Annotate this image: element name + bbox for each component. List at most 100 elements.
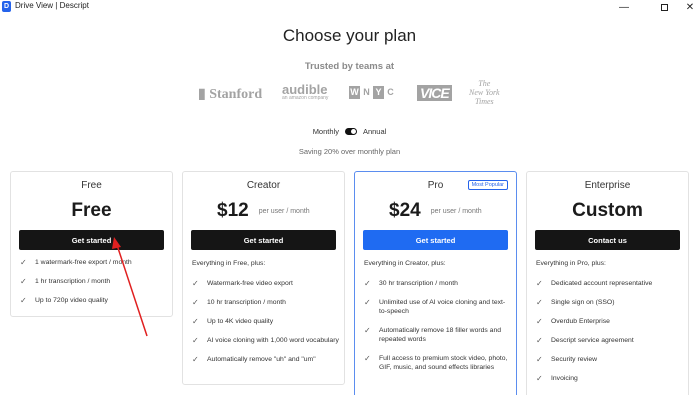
check-icon: ✓ bbox=[364, 298, 371, 307]
nyt-logo: The New York Times bbox=[469, 79, 500, 106]
feature-text: Watermark-free video export bbox=[207, 280, 293, 287]
price-row: $24 per user / month bbox=[389, 200, 482, 222]
contact-us-button[interactable]: Contact us bbox=[535, 230, 680, 250]
minimize-button[interactable]: — bbox=[609, 0, 639, 14]
feature-list: ✓ Watermark-free video export ✓ 10 hr tran… bbox=[192, 279, 340, 374]
feature-item: ✓ Overdub Enterprise bbox=[536, 317, 684, 326]
window-title: Drive View | Descript bbox=[15, 1, 89, 10]
feature-text: Automatically remove 18 filler words and… bbox=[379, 327, 502, 343]
feature-item: ✓ Security review bbox=[536, 355, 684, 364]
most-popular-badge: Most Popular bbox=[467, 180, 508, 190]
plan-intro: Everything in Free, plus: bbox=[192, 260, 266, 267]
check-icon: ✓ bbox=[536, 279, 543, 288]
free-get-started-button[interactable]: Get started bbox=[19, 230, 164, 250]
check-icon: ✓ bbox=[536, 336, 543, 345]
trusted-by-label: Trusted by teams at bbox=[304, 61, 395, 72]
check-icon: ✓ bbox=[536, 298, 543, 307]
feature-item: ✓ Dedicated account representative bbox=[536, 279, 684, 288]
feature-item: ✓ Unlimited use of AI voice cloning and t… bbox=[364, 298, 512, 316]
wnyc-letter: W bbox=[349, 86, 360, 99]
title-bar: D Drive View | Descript — ✕ bbox=[0, 0, 699, 14]
stanford-logo: ▮ Stanford bbox=[198, 87, 263, 102]
feature-item: ✓ Descript service agreement bbox=[536, 336, 684, 345]
close-button[interactable]: ✕ bbox=[675, 0, 699, 14]
feature-item: ✓ Up to 720p video quality bbox=[20, 296, 168, 305]
feature-list: ✓ 30 hr transcription / month ✓ Unlimited … bbox=[364, 279, 512, 382]
feature-text: Descript service agreement bbox=[551, 337, 634, 344]
check-icon: ✓ bbox=[20, 277, 27, 286]
check-icon: ✓ bbox=[20, 258, 27, 267]
feature-text: Security review bbox=[551, 356, 598, 363]
nyt-logo-line: Times bbox=[474, 97, 494, 106]
check-icon: ✓ bbox=[192, 317, 199, 326]
plan-intro: Everything in Pro, plus: bbox=[536, 260, 606, 267]
feature-text: Overdub Enterprise bbox=[551, 318, 610, 325]
feature-item: ✓ Watermark-free video export bbox=[192, 279, 340, 288]
check-icon: ✓ bbox=[364, 279, 371, 288]
price-period: per user / month bbox=[430, 207, 482, 215]
feature-text: 30 hr transcription / month bbox=[379, 280, 458, 287]
plan-name: Free bbox=[81, 180, 102, 191]
check-icon: ✓ bbox=[192, 298, 199, 307]
feature-item: ✓ 30 hr transcription / month bbox=[364, 279, 512, 288]
annual-label[interactable]: Annual bbox=[363, 127, 386, 136]
feature-item: ✓ Full access to premium stock video, pho… bbox=[364, 354, 512, 372]
feature-text: Up to 4K video quality bbox=[207, 318, 274, 325]
feature-text: Invoicing bbox=[551, 375, 578, 382]
feature-text: 1 hr transcription / month bbox=[35, 278, 111, 285]
check-icon: ✓ bbox=[364, 326, 371, 335]
feature-list: ✓ Dedicated account representative ✓ Singl… bbox=[536, 279, 684, 393]
nyt-logo-line: The bbox=[478, 79, 491, 88]
price-row: $12 per user / month bbox=[217, 200, 310, 222]
feature-item: ✓ Automatically remove "uh" and "um" bbox=[192, 355, 340, 364]
feature-item: ✓ Automatically remove 18 filler words an… bbox=[364, 326, 512, 344]
plan-price: Custom bbox=[572, 200, 643, 221]
pro-get-started-button[interactable]: Get started bbox=[363, 230, 508, 250]
check-icon: ✓ bbox=[364, 354, 371, 363]
feature-item: ✓ Single sign on (SSO) bbox=[536, 298, 684, 307]
plan-intro: Everything in Creator, plus: bbox=[364, 260, 446, 267]
feature-item: ✓ AI voice cloning with 1,000 word vocabu… bbox=[192, 336, 340, 345]
plan-price: Free bbox=[71, 200, 112, 221]
feature-item: ✓ 10 hr transcription / month bbox=[192, 298, 340, 307]
feature-text: Unlimited use of AI voice cloning and te… bbox=[379, 299, 506, 315]
feature-text: 1 watermark-free export / month bbox=[35, 259, 132, 266]
creator-get-started-button[interactable]: Get started bbox=[191, 230, 336, 250]
plan-price: $12 bbox=[217, 200, 249, 221]
check-icon: ✓ bbox=[20, 296, 27, 305]
check-icon: ✓ bbox=[192, 336, 199, 345]
plan-name: Creator bbox=[246, 180, 281, 191]
feature-item: ✓ 1 hr transcription / month bbox=[20, 277, 168, 286]
plan-name: Enterprise bbox=[584, 180, 631, 191]
wnyc-letter: C bbox=[385, 86, 396, 99]
page-title: Choose your plan bbox=[282, 26, 417, 45]
billing-period-toggle[interactable] bbox=[344, 128, 357, 135]
feature-text: Up to 720p video quality bbox=[35, 297, 108, 304]
plan-card-free: Free Free Get started ✓ 1 watermark-free … bbox=[10, 171, 173, 317]
billing-toggle-row: Monthly Annual bbox=[0, 127, 699, 136]
feature-text: AI voice cloning with 1,000 word vocabul… bbox=[207, 337, 339, 344]
feature-text: Dedicated account representative bbox=[551, 280, 653, 287]
feature-item: ✓ Invoicing bbox=[536, 374, 684, 383]
check-icon: ✓ bbox=[536, 355, 543, 364]
feature-text: 10 hr transcription / month bbox=[207, 299, 286, 306]
audible-logo: audible an amazon company bbox=[282, 82, 328, 101]
feature-item: ✓ Up to 4K video quality bbox=[192, 317, 340, 326]
nyt-logo-line: New York bbox=[469, 88, 500, 97]
check-icon: ✓ bbox=[536, 374, 543, 383]
plan-price: $24 bbox=[389, 200, 421, 221]
customer-logos: ▮ Stanford audible an amazon company W N… bbox=[0, 76, 699, 110]
feature-text: Single sign on (SSO) bbox=[551, 299, 615, 306]
monthly-label[interactable]: Monthly bbox=[313, 127, 339, 136]
wnyc-logo: W N Y C bbox=[349, 86, 396, 99]
feature-text: Automatically remove "uh" and "um" bbox=[207, 356, 316, 363]
feature-list: ✓ 1 watermark-free export / month ✓ 1 hr t… bbox=[20, 258, 168, 315]
descript-app-icon: D bbox=[2, 1, 11, 12]
audible-logo-subtext: an amazon company bbox=[282, 95, 329, 101]
vice-logo: VICE bbox=[417, 85, 452, 101]
plan-card-pro: Pro Most Popular $24 per user / month Ge… bbox=[354, 171, 517, 395]
plan-card-enterprise: Enterprise Custom Contact us Everything … bbox=[526, 171, 689, 395]
saving-note: Saving 20% over monthly plan bbox=[298, 147, 401, 156]
wnyc-letter: N bbox=[361, 86, 372, 99]
price-period: per user / month bbox=[258, 207, 310, 215]
